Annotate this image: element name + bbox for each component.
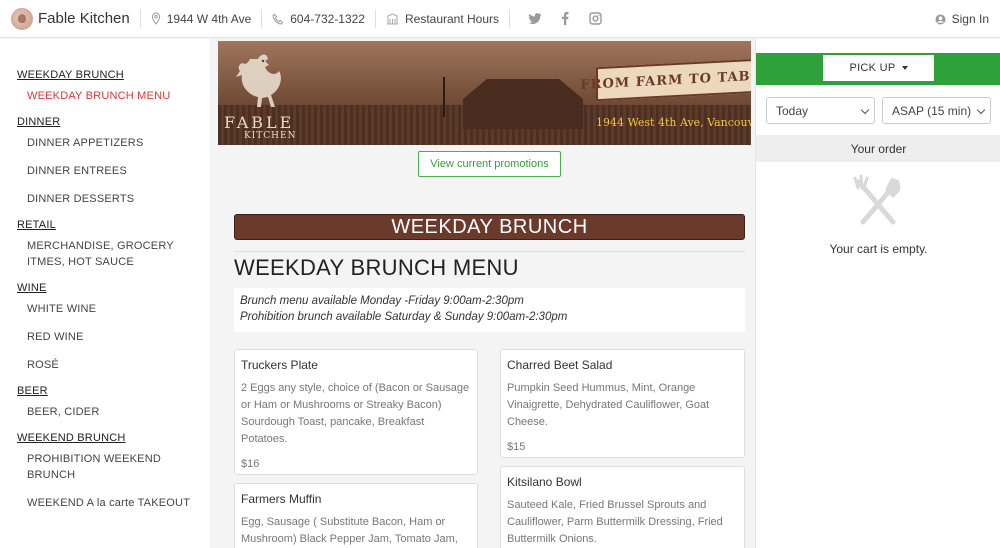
view-promotions-button[interactable]: View current promotions [418,151,561,177]
twitter-icon[interactable] [520,12,550,25]
menu-item-card[interactable]: Truckers Plate 2 Eggs any style, choice … [234,349,478,475]
sidebar-item-prohibition-weekend-brunch[interactable]: PROHIBITION WEEKEND BRUNCH [27,451,210,483]
divider [374,9,376,28]
menu-item-description: 2 Eggs any style, choice of (Bacon or Sa… [241,382,470,445]
menu-item-price: $16 [241,458,260,470]
menu-title: WEEKDAY BRUNCH MENU [234,255,519,280]
rooster-icon [236,54,281,107]
availability-line-2: Prohibition brunch available Saturday & … [240,311,568,323]
divider [139,9,141,28]
brand-name[interactable]: Fable Kitchen [38,10,130,27]
category-sidebar: WEEKDAY BRUNCH WEEKDAY BRUNCH MENU DINNE… [0,39,210,548]
menu-item-name: Charred Beet Salad [507,358,613,372]
menu-item-description: Sauteed Kale, Fried Brussel Sprouts and … [507,499,723,545]
sidebar-item-rose[interactable]: ROSÉ [27,357,210,373]
menu-item-card[interactable]: Farmers Muffin Egg, Sausage ( Substitute… [234,483,478,548]
sign-in-text: Sign In [951,12,989,26]
menu-item-name: Farmers Muffin [241,492,322,506]
time-select[interactable]: ASAP (15 min) [882,97,991,124]
sidebar-item-red-wine[interactable]: RED WINE [27,329,210,345]
building-icon [386,12,398,24]
banner-windmill [443,77,445,117]
menu-item-price: $15 [507,441,526,453]
menu-item-card[interactable]: Charred Beet Salad Pumpkin Seed Hummus, … [500,349,745,458]
sidebar-item-dinner-entrees[interactable]: DINNER ENTREES [27,163,210,179]
menu-item-name: Kitsilano Bowl [507,475,582,489]
chevron-down-icon [976,105,986,115]
hours-text: Restaurant Hours [404,11,500,26]
sidebar-item-dinner-appetizers[interactable]: DINNER APPETIZERS [27,135,210,151]
menu-item-name: Truckers Plate [241,358,318,372]
sidebar-category-beer[interactable]: BEER [17,385,210,397]
sidebar-category-retail[interactable]: RETAIL [17,219,210,231]
social-links [520,12,610,25]
sidebar-category-weekday-brunch[interactable]: WEEKDAY BRUNCH [17,69,210,81]
logo-icon[interactable] [11,7,33,30]
banner-slogan-ribbon: FROM FARM TO TABLE [580,58,751,102]
your-order-header: Your order [756,135,1000,162]
restaurant-banner: FABLE KITCHEN FROM FARM TO TABLE 1944 We… [218,41,751,145]
sidebar-item-white-wine[interactable]: WHITE WINE [27,301,210,317]
sidebar-item-dinner-desserts[interactable]: DINNER DESSERTS [27,191,210,207]
order-mode-bar: PICK UP [756,53,1000,85]
pickup-dropdown[interactable]: PICK UP [823,55,934,81]
sidebar-item-beer-cider[interactable]: BEER, CIDER [27,404,210,420]
divider [509,9,511,28]
section-title: WEEKDAY BRUNCH [234,214,745,240]
sidebar-category-weekend-brunch[interactable]: WEEKEND BRUNCH [17,432,210,444]
address-text: 1944 W 4th Ave [166,11,252,26]
banner-barn [463,79,583,129]
availability-line-1: Brunch menu available Monday -Friday 9:0… [240,295,524,307]
sidebar-item-weekend-takeout[interactable]: WEEKEND A la carte TAKEOUT [27,495,210,511]
banner-logo-text: FABLE [224,113,295,132]
menu-item-description: Egg, Sausage ( Substitute Bacon, Ham or … [241,516,458,545]
day-select-value: Today [776,103,809,118]
divider [234,251,745,252]
chevron-down-icon [860,105,870,115]
address-link[interactable]: 1944 W 4th Ave [151,11,252,26]
sidebar-item-merchandise[interactable]: MERCHANDISE, GROCERY ITMES, HOT SAUCE [27,238,202,270]
facebook-icon[interactable] [550,12,580,25]
map-pin-icon [151,12,160,25]
menu-main: FABLE KITCHEN FROM FARM TO TABLE 1944 We… [218,39,751,548]
hours-link[interactable]: Restaurant Hours [386,12,499,26]
divider [261,9,263,28]
phone-icon [272,13,284,25]
menu-availability-note: Brunch menu available Monday -Friday 9:0… [234,288,745,332]
sidebar-item-weekday-brunch-menu[interactable]: WEEKDAY BRUNCH MENU [27,88,210,104]
menu-item-card[interactable]: Kitsilano Bowl Sauteed Kale, Fried Bruss… [500,466,745,548]
phone-link[interactable]: 604-732-1322 [272,12,365,26]
sidebar-category-dinner[interactable]: DINNER [17,116,210,128]
banner-logo-sub: KITCHEN [244,131,297,141]
banner-address: 1944 West 4th Ave, Vancouver, B [596,116,751,129]
phone-text: 604-732-1322 [290,11,365,26]
top-navbar: Fable Kitchen 1944 W 4th Ave 604-732-132… [0,0,1000,38]
caret-down-icon [901,66,908,70]
time-select-value: ASAP (15 min) [892,103,972,118]
menu-item-description: Pumpkin Seed Hummus, Mint, Orange Vinaig… [507,382,710,428]
sidebar-category-wine[interactable]: WINE [17,282,210,294]
banner-slogan: FROM FARM TO TABLE [580,67,751,93]
pickup-label: PICK UP [849,62,896,74]
day-select[interactable]: Today [766,97,875,124]
sign-in-link[interactable]: Sign In [935,0,989,38]
order-panel: PICK UP Today ASAP (15 min) Your order Y… [755,39,1000,548]
instagram-icon[interactable] [580,12,610,25]
user-icon [935,14,946,24]
utensils-icon [853,174,901,225]
cart-empty-text: Your cart is empty. [829,242,928,256]
